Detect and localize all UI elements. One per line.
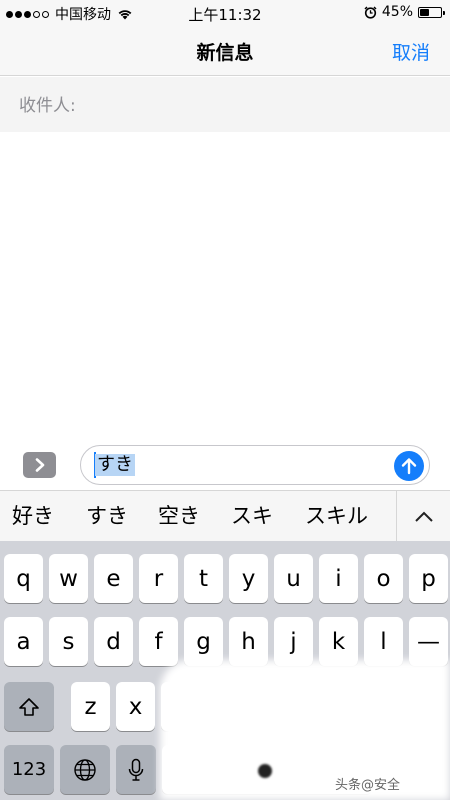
key-l[interactable]: l: [364, 617, 403, 666]
prediction-item[interactable]: すき: [86, 500, 128, 530]
recipient-label: 收件人:: [19, 96, 76, 116]
page-title: 新信息: [196, 42, 254, 64]
recipient-row[interactable]: 收件人:: [0, 77, 450, 132]
globe-key[interactable]: [60, 745, 110, 794]
key-y[interactable]: y: [229, 554, 268, 603]
shift-icon: [19, 697, 39, 716]
shift-key[interactable]: [4, 682, 54, 731]
key-g[interactable]: g: [184, 617, 223, 666]
battery-percent: 45%: [381, 4, 413, 20]
chevron-right-icon: [35, 458, 44, 472]
recipient-input[interactable]: [90, 87, 430, 121]
message-input[interactable]: すき: [80, 445, 430, 485]
cancel-button[interactable]: 取消: [392, 38, 430, 65]
key-h[interactable]: h: [229, 617, 268, 666]
key-i[interactable]: i: [319, 554, 358, 603]
key-x[interactable]: x: [116, 682, 155, 731]
key-z[interactable]: z: [71, 682, 110, 731]
prediction-item[interactable]: 好き: [12, 500, 54, 530]
expand-candidates-button[interactable]: [396, 491, 450, 542]
key-p[interactable]: p: [409, 554, 448, 603]
globe-icon: [74, 758, 96, 781]
alarm-icon: [364, 5, 377, 19]
key-s[interactable]: s: [49, 617, 88, 666]
watermark: 头条@安全: [335, 778, 401, 793]
message-text: すき: [95, 454, 135, 476]
key-j[interactable]: j: [274, 617, 313, 666]
key-k[interactable]: k: [319, 617, 358, 666]
key-t[interactable]: t: [184, 554, 223, 603]
key-r[interactable]: r: [139, 554, 178, 603]
key-d[interactable]: d: [94, 617, 133, 666]
compose-bar: すき: [0, 440, 450, 490]
key-o[interactable]: o: [364, 554, 403, 603]
numbers-key[interactable]: 123: [4, 745, 54, 794]
microphone-icon: [128, 758, 144, 781]
key-e[interactable]: e: [94, 554, 133, 603]
key-a[interactable]: a: [4, 617, 43, 666]
status-right: 45%: [364, 4, 445, 20]
message-thread: [0, 132, 450, 440]
glare-overlay: [160, 660, 450, 800]
battery-icon: [418, 6, 445, 18]
key-u[interactable]: u: [274, 554, 313, 603]
prediction-item[interactable]: スキ: [231, 500, 273, 530]
key-q[interactable]: q: [4, 554, 43, 603]
predictive-bar: 好き すき 空き スキ スキル: [0, 490, 450, 542]
battery-fill: [420, 8, 429, 16]
key-dash[interactable]: —: [409, 617, 448, 666]
apps-expand-button[interactable]: [23, 452, 56, 478]
key-w[interactable]: w: [49, 554, 88, 603]
send-button[interactable]: [394, 451, 424, 481]
arrow-up-icon: [401, 458, 417, 475]
prediction-item[interactable]: 空き: [158, 500, 200, 530]
prediction-item[interactable]: スキル: [305, 500, 368, 530]
nav-bar: 新信息 取消: [0, 26, 450, 76]
status-bar: 中国移动 上午11:32 45%: [0, 0, 450, 26]
dictation-key[interactable]: [116, 745, 156, 794]
chevron-up-icon: [414, 511, 433, 522]
key-f[interactable]: f: [139, 617, 178, 666]
smudge-mark: [258, 764, 272, 778]
